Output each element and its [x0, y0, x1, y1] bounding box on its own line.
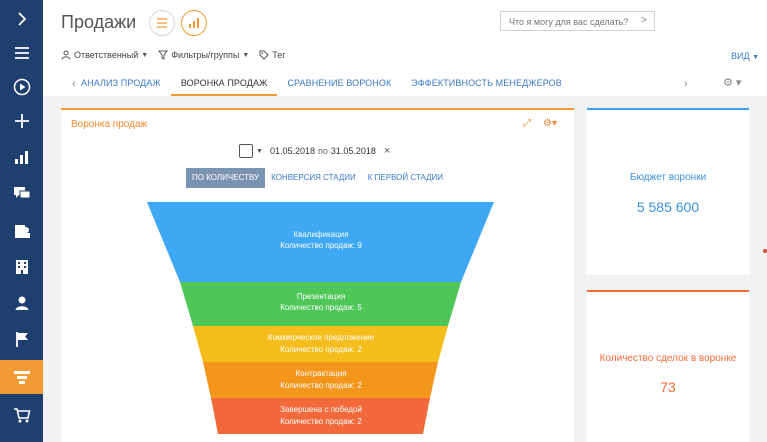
- responsible-filter[interactable]: Ответственный ▼: [61, 50, 148, 60]
- flag-icon[interactable]: [0, 322, 43, 356]
- list-view-button[interactable]: [149, 10, 175, 36]
- tag-icon: [259, 50, 269, 60]
- stage-count: Количество продаж: 2: [280, 345, 362, 354]
- cart-icon[interactable]: [0, 398, 43, 432]
- page-title: Продажи: [61, 12, 137, 32]
- stage-count: Количество продаж: 2: [280, 381, 362, 390]
- funnel-chart: Квалификация Количество продаж: 9 Презен…: [147, 202, 494, 434]
- tabs-settings-gear-icon[interactable]: ⚙ ▾: [723, 76, 741, 89]
- caret-down-icon: ▼: [242, 51, 250, 59]
- funnel-stage-won[interactable]: Завершена с победой Количество продаж: 2: [211, 398, 430, 434]
- bar-chart-icon[interactable]: [0, 140, 43, 174]
- responsible-filter-label: Ответственный: [74, 50, 139, 60]
- filters-groups-menu[interactable]: Фильтры/группы ▼: [158, 50, 249, 60]
- deals-count-kpi-card: Количество сделок в воронке 73: [587, 290, 749, 442]
- chevron-right-icon[interactable]: >: [641, 15, 647, 26]
- funnel-stage-presentation[interactable]: Презентация Количество продаж: 5: [180, 282, 461, 326]
- funnel-segment[interactable]: [193, 326, 448, 362]
- stage-name: Презентация: [297, 292, 345, 301]
- kpi-value: 73: [660, 379, 676, 395]
- building-icon[interactable]: [0, 250, 43, 284]
- filters-groups-label: Фильтры/группы: [171, 50, 240, 60]
- chevron-right-icon[interactable]: [0, 2, 43, 36]
- analytics-icon: [189, 18, 199, 28]
- funnel-icon[interactable]: [0, 360, 43, 394]
- stage-count: Количество продаж: 2: [280, 417, 362, 426]
- funnel-segment[interactable]: [203, 362, 438, 398]
- play-icon[interactable]: [0, 70, 43, 104]
- plus-icon[interactable]: [0, 104, 43, 138]
- filter-bar: Ответственный ▼ Фильтры/группы ▼ Тег: [61, 50, 286, 60]
- stage-name: Контрактация: [295, 369, 346, 378]
- stage-count: Количество продаж: 5: [280, 303, 362, 312]
- search-input[interactable]: [501, 13, 629, 31]
- contacts-icon[interactable]: [0, 214, 43, 248]
- funnel-stage-proposal[interactable]: Коммерческое предложение Количество прод…: [193, 326, 448, 362]
- command-search[interactable]: >: [500, 11, 655, 31]
- tabs-scroll-right-icon[interactable]: ›: [684, 78, 688, 90]
- filter-icon: [158, 50, 169, 60]
- view-menu[interactable]: ВИД ▼: [731, 51, 759, 61]
- funnel-segment[interactable]: [211, 398, 430, 434]
- tab-sales-funnel[interactable]: ВОРОНКА ПРОДАЖ: [170, 70, 278, 96]
- list-icon: [157, 18, 167, 28]
- kpi-value: 5 585 600: [636, 199, 700, 215]
- page-header: Продажи > Ответственный ▼ Фильтры/группы…: [43, 0, 767, 96]
- stage-name: Квалификация: [294, 230, 349, 239]
- analytics-view-button[interactable]: [181, 10, 207, 36]
- stage-name: Завершена с победой: [280, 405, 362, 414]
- stage-name: Коммерческое предложение: [268, 333, 375, 342]
- tab-sales-analysis[interactable]: АНАЛИЗ ПРОДАЖ: [71, 70, 171, 96]
- tab-manager-efficiency[interactable]: ЭФФЕКТИВНОСТЬ МЕНЕДЖЕРОВ: [401, 70, 572, 96]
- tab-funnel-comparison[interactable]: СРАВНЕНИЕ ВОРОНОК: [277, 70, 401, 96]
- stage-count: Количество продаж: 9: [280, 241, 362, 250]
- funnel-stage-qualification[interactable]: Квалификация Количество продаж: 9: [147, 202, 494, 282]
- view-menu-label: ВИД: [730, 51, 750, 61]
- kpi-label: Бюджет воронки: [629, 172, 707, 183]
- kpi-label: Количество сделок в воронке: [599, 353, 737, 364]
- left-rail: [0, 0, 43, 442]
- tag-filter-label: Тег: [272, 50, 286, 60]
- budget-kpi-card: Бюджет воронки 5 585 600: [587, 108, 749, 275]
- funnel-stage-contracting[interactable]: Контрактация Количество продаж: 2: [203, 362, 438, 398]
- user-icon: [61, 50, 71, 60]
- caret-down-icon: ▼: [141, 51, 149, 59]
- user-icon[interactable]: [0, 286, 43, 320]
- tag-filter[interactable]: Тег: [259, 50, 286, 60]
- caret-down-icon: ▼: [752, 54, 759, 61]
- chat-icon[interactable]: [0, 176, 43, 210]
- menu-icon[interactable]: [0, 36, 43, 70]
- section-tabs: АНАЛИЗ ПРОДАЖ ВОРОНКА ПРОДАЖ СРАВНЕНИЕ В…: [71, 70, 572, 96]
- sales-funnel-widget: Воронка продаж ⤢ ⚙▾ ▼ 01.05.2018 по 31.0…: [61, 108, 574, 442]
- edge-marker: [763, 249, 767, 253]
